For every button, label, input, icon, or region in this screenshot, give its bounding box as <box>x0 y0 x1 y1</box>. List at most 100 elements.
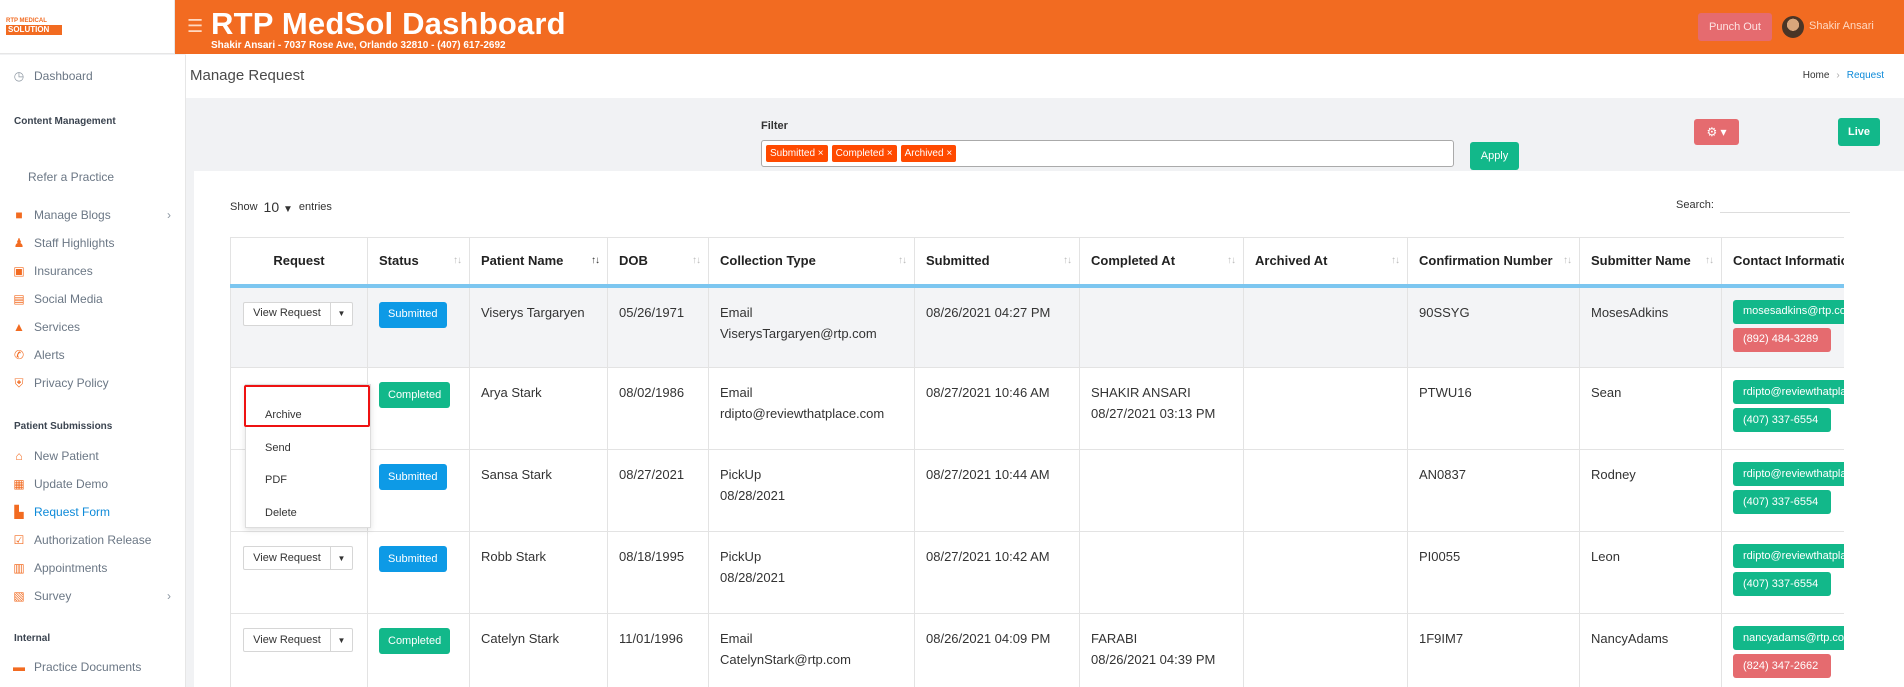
filter-multiselect[interactable]: Submitted × Completed × Archived × <box>761 140 1454 167</box>
user-name[interactable]: Shakir Ansari <box>1809 20 1874 32</box>
collection-type-cell: PickUp 08/28/2021 <box>708 449 915 532</box>
column-header-label: Submitted <box>926 253 990 269</box>
sidebar-item-label: Services <box>34 320 81 334</box>
request-cell: View Request ▼ <box>230 285 368 368</box>
sidebar-item-practice-docs[interactable]: ▬ Practice Documents <box>12 660 141 674</box>
breadcrumb-current: Request <box>1846 70 1884 81</box>
folder-icon: ▬ <box>13 660 25 674</box>
sort-icon: ↑↓ <box>1563 255 1572 266</box>
column-header[interactable]: Archived At ↑↓ <box>1243 237 1408 288</box>
settings-dropdown-button[interactable]: ⚙ ▾ <box>1694 119 1739 145</box>
contact-phone-badge[interactable]: (407) 337-6554 <box>1733 490 1831 514</box>
sidebar-item-privacy[interactable]: ⛨ Privacy Policy <box>12 376 109 391</box>
breadcrumb: Home › Request <box>1803 70 1884 81</box>
sidebar-item-alerts[interactable]: ✆ Alerts <box>12 348 65 362</box>
chevron-right-icon[interactable]: › <box>167 208 171 222</box>
hamburger-menu-icon[interactable]: ☰ <box>187 16 203 37</box>
column-header[interactable]: Confirmation Number ↑↓ <box>1407 237 1580 288</box>
status-badge: Completed <box>379 382 451 408</box>
sort-icon: ↑↓ <box>1705 255 1714 266</box>
sidebar-item-update-demo[interactable]: ▦ Update Demo <box>12 477 108 491</box>
caret-down-icon[interactable]: ▼ <box>331 301 353 326</box>
request-cell: View Request ▼ <box>230 613 368 687</box>
caret-down-icon[interactable]: ▼ <box>331 628 353 652</box>
sidebar-item-label: Privacy Policy <box>34 376 109 390</box>
contact-phone-badge[interactable]: (892) 484-3289 <box>1733 327 1831 352</box>
dashboard-icon: ◷ <box>13 69 25 83</box>
sidebar-item-new-patient[interactable]: ⌂ New Patient <box>12 449 98 463</box>
survey-icon: ▧ <box>13 589 25 603</box>
sort-icon: ↑↓ <box>1391 255 1400 266</box>
column-header[interactable]: Request <box>230 237 368 288</box>
contact-email-badge[interactable]: mosesadkins@rtp.com <box>1733 299 1844 324</box>
check-file-icon: ☑ <box>13 533 25 547</box>
sidebar-item-staff[interactable]: ♟ Staff Highlights <box>12 236 115 250</box>
archive-highlight-box <box>244 385 370 427</box>
column-header-label: Completed At <box>1091 253 1176 269</box>
apply-button[interactable]: Apply <box>1470 142 1519 170</box>
filter-tag-completed[interactable]: Completed × <box>831 145 897 162</box>
column-header[interactable]: Status ↑↓ <box>367 237 470 288</box>
contact-email-badge[interactable]: nancyadams@rtp.com <box>1733 626 1844 650</box>
contact-phone-badge[interactable]: (407) 337-6554 <box>1733 408 1831 432</box>
submitted-cell: 08/27/2021 10:46 AM <box>914 367 1080 450</box>
column-header[interactable]: Completed At ↑↓ <box>1079 237 1244 288</box>
search-input[interactable] <box>1719 197 1850 213</box>
sidebar-item-label: Practice Documents <box>34 660 142 674</box>
sidebar-item-dashboard[interactable]: ◷ Dashboard <box>12 69 93 83</box>
collection-type: PickUp <box>720 467 762 482</box>
table-container[interactable]: Request Status ↑↓ Patient Name ↑↓ DOB ↑↓ Co… <box>230 237 1844 687</box>
completed-by: FARABI <box>1091 631 1138 646</box>
punch-out-button[interactable]: Punch Out <box>1698 13 1772 41</box>
sidebar-item-request-form[interactable]: ▙ Request Form <box>12 505 110 519</box>
archived-at-cell <box>1243 285 1408 368</box>
sidebar-item-social[interactable]: ▤ Social Media <box>12 292 102 306</box>
dropdown-item-pdf[interactable]: PDF <box>265 474 287 486</box>
phone-icon: ✆ <box>13 348 25 362</box>
avatar[interactable] <box>1782 16 1804 38</box>
app-subtitle: Shakir Ansari - 7037 Rose Ave, Orlando 3… <box>211 40 506 51</box>
show-label: Show <box>230 201 258 213</box>
view-request-button[interactable]: View Request <box>243 301 331 326</box>
view-request-button[interactable]: View Request <box>243 546 331 570</box>
collection-detail: ViserysTargaryen@rtp.com <box>720 325 877 341</box>
filter-tag-submitted[interactable]: Submitted × <box>766 145 828 162</box>
sidebar-item-manage-blogs[interactable]: ■ Manage Blogs <box>12 208 110 222</box>
live-button[interactable]: Live <box>1838 118 1880 146</box>
chevron-right-icon[interactable]: › <box>167 589 171 603</box>
collection-detail: rdipto@reviewthatplace.com <box>720 406 885 421</box>
column-header[interactable]: Submitter Name ↑↓ <box>1579 237 1722 288</box>
column-header[interactable]: Patient Name ↑↓ <box>469 237 608 288</box>
sidebar-item-appointments[interactable]: ▥ Appointments <box>12 561 107 575</box>
view-request-button[interactable]: View Request <box>243 628 331 652</box>
column-header[interactable]: Collection Type ↑↓ <box>708 237 915 288</box>
completed-at-cell: SHAKIR ANSARI 08/27/2021 03:13 PM <box>1079 367 1244 450</box>
sidebar-item-refer[interactable]: Refer a Practice <box>28 170 114 184</box>
services-icon: ▲ <box>13 320 25 334</box>
contact-phone-badge[interactable]: (407) 337-6554 <box>1733 572 1831 596</box>
contact-email-badge[interactable]: rdipto@reviewthatplace.com <box>1733 544 1844 568</box>
sidebar-item-services[interactable]: ▲ Services <box>12 320 80 334</box>
completed-at-cell: FARABI 08/26/2021 04:39 PM <box>1079 613 1244 687</box>
column-header[interactable]: Contact Information <box>1721 237 1844 288</box>
sidebar-item-label: Update Demo <box>34 477 109 491</box>
logo-container[interactable]: RTP MEDICAL SOLUTION <box>0 0 175 54</box>
sidebar-item-survey[interactable]: ▧ Survey <box>12 589 71 603</box>
dropdown-item-send[interactable]: Send <box>265 442 291 454</box>
column-header[interactable]: DOB ↑↓ <box>607 237 709 288</box>
entries-value: 10 <box>263 199 280 215</box>
entries-select[interactable]: 10 ▼ <box>264 199 293 215</box>
contact-email-badge[interactable]: rdipto@reviewthatplace.com <box>1733 462 1844 486</box>
sidebar-item-label: Dashboard <box>34 69 93 83</box>
column-header[interactable]: Submitted ↑↓ <box>914 237 1080 288</box>
caret-down-icon[interactable]: ▼ <box>331 546 353 570</box>
filter-tag-archived[interactable]: Archived × <box>900 145 957 162</box>
dropdown-item-delete[interactable]: Delete <box>265 507 297 519</box>
sidebar-item-authorization[interactable]: ☑ Authorization Release <box>12 533 152 547</box>
sidebar-item-insurances[interactable]: ▣ Insurances <box>12 264 92 278</box>
logo[interactable]: RTP MEDICAL SOLUTION <box>6 17 62 37</box>
contact-email-badge[interactable]: rdipto@reviewthatplace.com <box>1733 380 1844 404</box>
request-cell: View Request ▼ <box>230 531 368 614</box>
breadcrumb-home[interactable]: Home <box>1803 70 1830 81</box>
contact-phone-badge[interactable]: (824) 347-2662 <box>1733 654 1831 678</box>
